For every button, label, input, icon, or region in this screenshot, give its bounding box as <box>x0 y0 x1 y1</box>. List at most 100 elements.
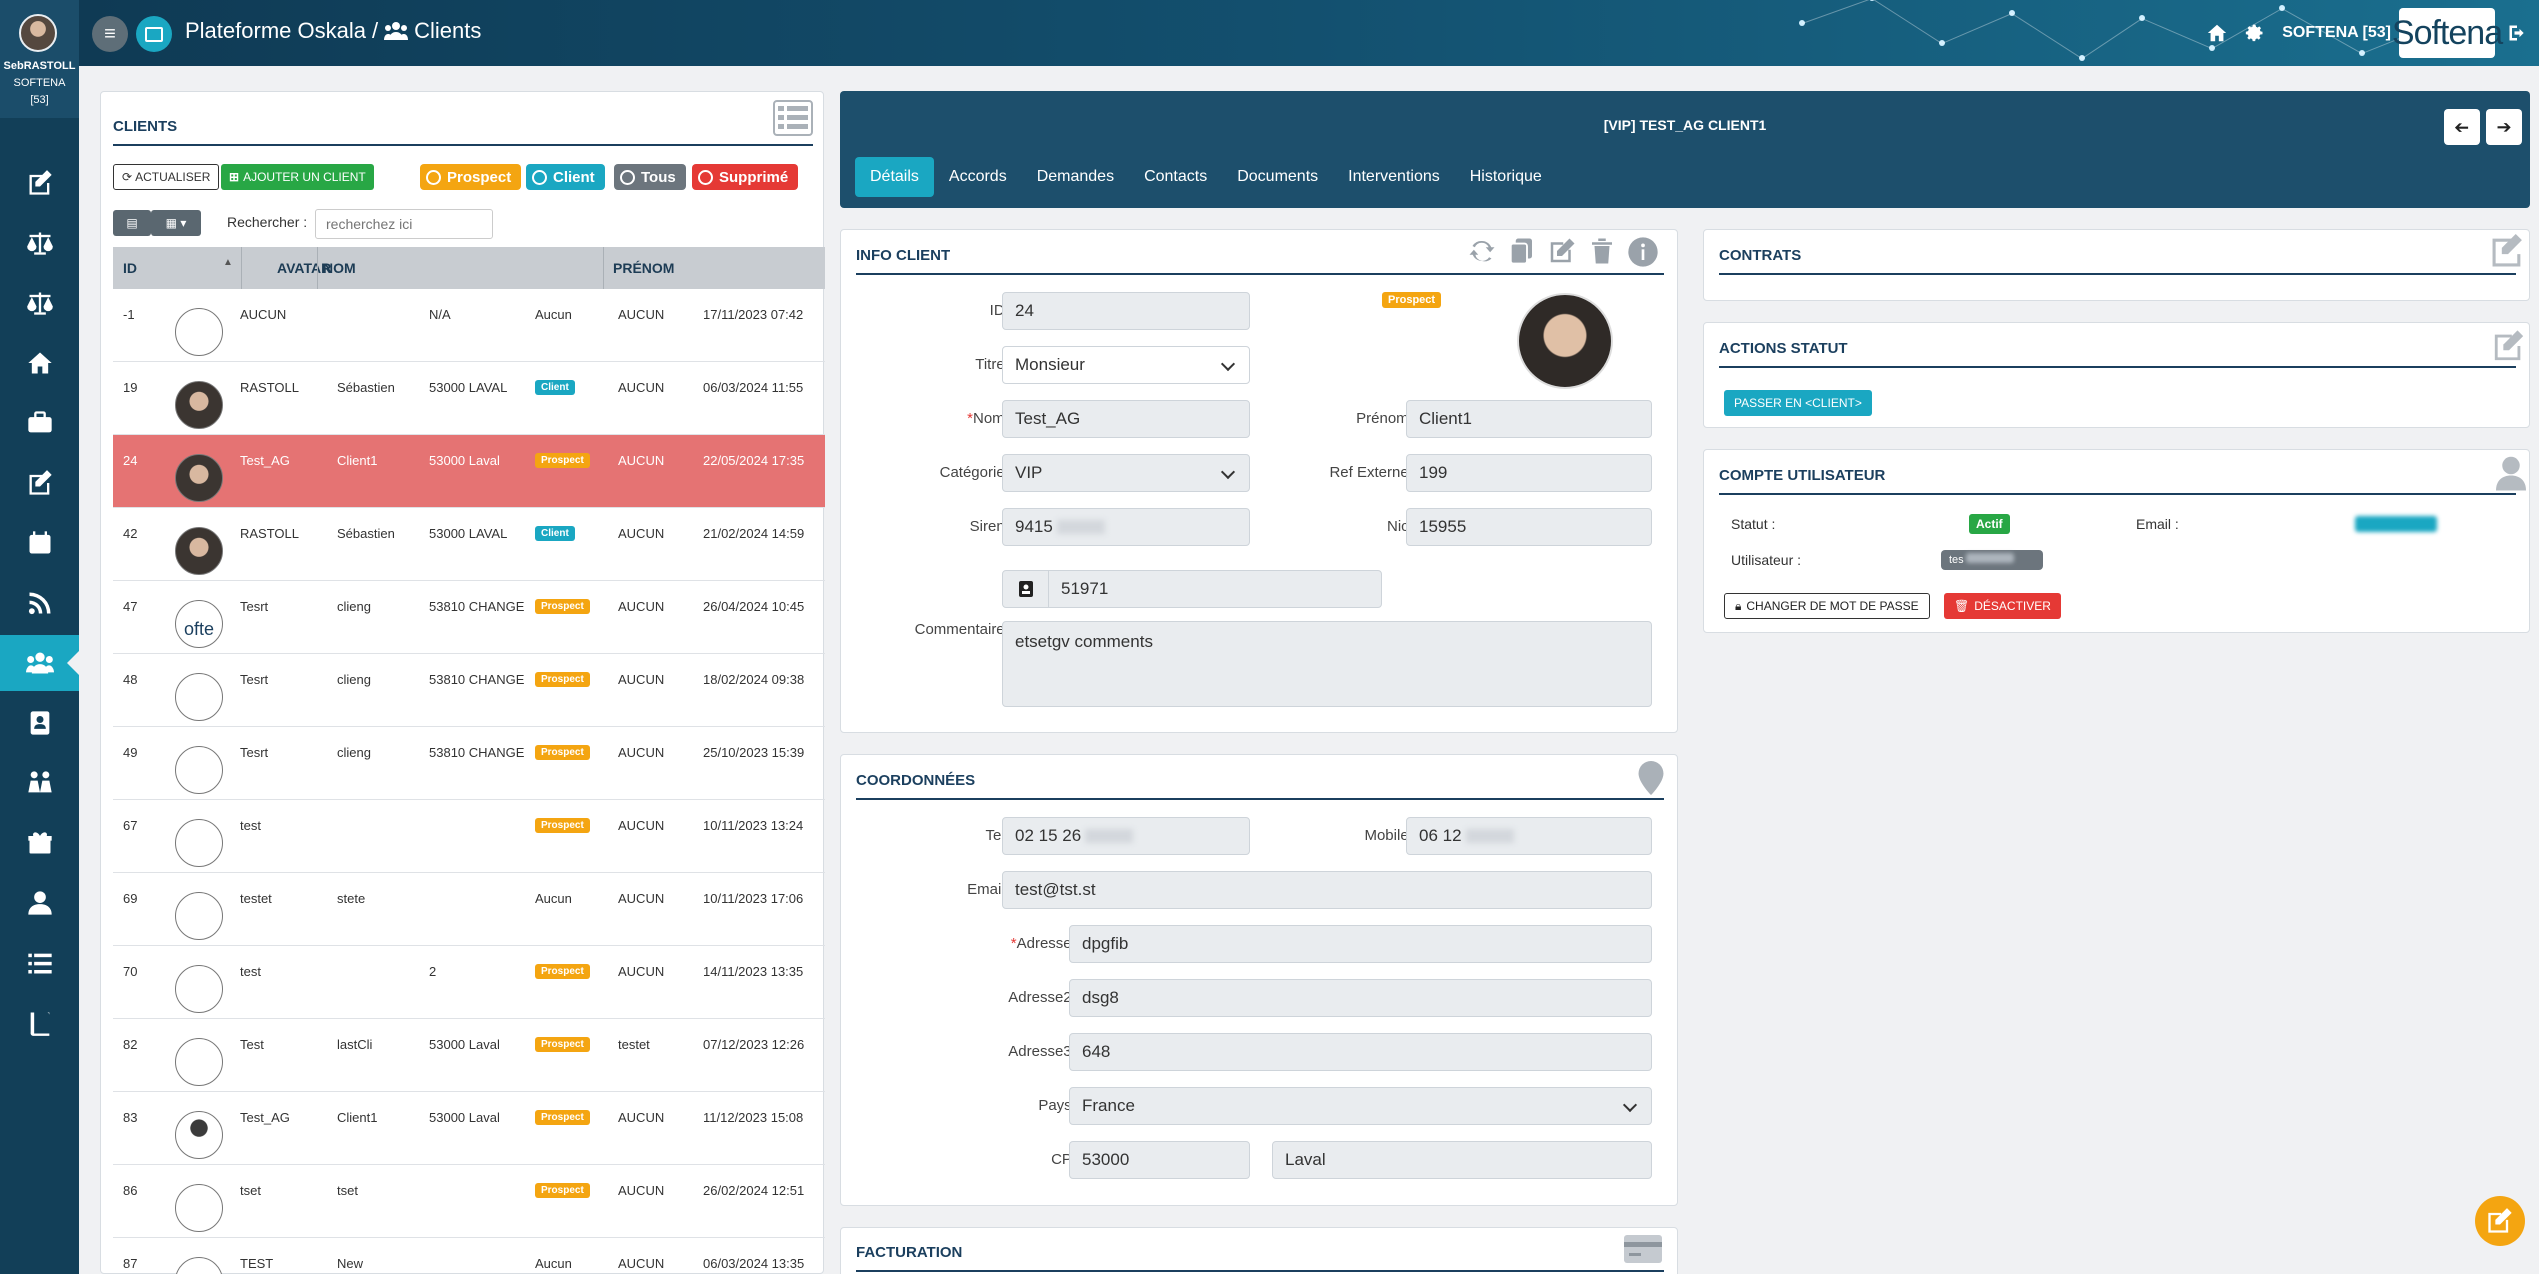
table-row[interactable]: 70 test 2 Prospect AUCUN 14/11/2023 13:35 <box>113 946 825 1019</box>
table-row[interactable]: 19 RASTOLL Sébastien 53000 LAVAL Client AUCUN… <box>113 362 825 435</box>
siren-field[interactable]: 9415 <box>1002 508 1250 546</box>
table-row[interactable]: 42 RASTOLL Sébastien 53000 LAVAL Client AUCUN… <box>113 508 825 581</box>
next-client-button[interactable]: ➔ <box>2486 109 2522 145</box>
search-input[interactable] <box>315 209 493 239</box>
sidebar-item-people[interactable] <box>0 755 79 811</box>
sidebar-item-gift[interactable] <box>0 815 79 871</box>
sidebar-item-user[interactable] <box>0 875 79 931</box>
pays-select[interactable]: France <box>1069 1087 1652 1125</box>
table-row[interactable]: 82 Test lastCli 53000 Laval Prospect testet 07… <box>113 1019 825 1092</box>
code-field[interactable]: 51971 <box>1048 570 1382 608</box>
adresse-field[interactable]: dpgfib <box>1069 925 1652 963</box>
current-user[interactable]: SOFTENA [53] <box>2282 24 2391 42</box>
app-icon[interactable] <box>136 16 172 52</box>
id-field[interactable]: 24 <box>1002 292 1250 330</box>
sort-icon[interactable]: ▲ <box>223 257 233 268</box>
adresse2-field[interactable]: dsg8 <box>1069 979 1652 1017</box>
tab-historique[interactable]: Historique <box>1455 157 1557 197</box>
info-icon[interactable] <box>1627 236 1659 273</box>
tab-interventions[interactable]: Interventions <box>1333 157 1455 197</box>
nom-field[interactable]: Test_AG <box>1002 400 1250 438</box>
filter-tous[interactable]: Tous <box>614 164 686 190</box>
tab-details[interactable]: Détails <box>855 157 934 197</box>
client-avatar[interactable] <box>1517 293 1613 389</box>
sidebar-item-edit[interactable] <box>0 155 79 211</box>
sidebar-item-balance-scale[interactable] <box>0 215 79 271</box>
table-row[interactable]: -1 AUCUN N/A Aucun AUCUN 17/11/2023 07:42 <box>113 289 825 362</box>
table-row[interactable]: 47 ofte Tesrt clieng 53810 CHANGE Prospect AUC… <box>113 581 825 654</box>
row-id: 86 <box>123 1183 138 1198</box>
sidebar-item-home[interactable] <box>0 335 79 391</box>
sidebar-item-edit[interactable] <box>0 455 79 511</box>
table-row[interactable]: 87 TEST New Aucun AUCUN 06/03/2024 13:35 <box>113 1238 825 1274</box>
tab-demandes[interactable]: Demandes <box>1022 157 1129 197</box>
filter-supprim[interactable]: Supprimé <box>692 164 799 190</box>
sidebar-item-rss[interactable] <box>0 575 79 631</box>
network-link <box>1871 0 1942 44</box>
tel-field[interactable]: 02 15 26 <box>1002 817 1250 855</box>
titre-select[interactable]: Monsieur <box>1002 346 1250 384</box>
sidebar-item-briefcase[interactable] <box>0 395 79 451</box>
logout-button[interactable] <box>2495 23 2539 43</box>
categorie-select[interactable]: VIP <box>1002 454 1250 492</box>
adresse3-field[interactable]: 648 <box>1069 1033 1652 1071</box>
avatar[interactable] <box>19 14 57 52</box>
col-id[interactable]: ID <box>123 260 137 276</box>
mobile-field[interactable]: 06 12 <box>1406 817 1652 855</box>
cp-field[interactable]: 53000 <box>1069 1141 1250 1179</box>
change-password-button[interactable]: 🔒︎ CHANGER DE MOT DE PASSE <box>1724 593 1930 619</box>
passer-client-button[interactable]: PASSER EN <CLIENT> <box>1724 390 1872 416</box>
add-client-button[interactable]: ⊞ AJOUTER UN CLIENT <box>221 164 374 190</box>
cp-label: CP : <box>1051 1151 1080 1168</box>
deactivate-button[interactable]: 🗑︎ DÉSACTIVER <box>1944 593 2061 619</box>
settings-button[interactable] <box>2236 23 2274 43</box>
sidebar-item-balance-scale[interactable] <box>0 275 79 331</box>
email-label: Email : <box>2136 516 2179 532</box>
refresh-icon[interactable] <box>1467 236 1497 273</box>
table-row[interactable]: 24 Test_AG Client1 53000 Laval Prospect AUCUN… <box>113 435 825 508</box>
col-prenom[interactable]: PRÉNOM <box>613 260 674 276</box>
col-nom[interactable]: NOM <box>323 260 356 276</box>
previous-client-button[interactable]: ➔ <box>2444 109 2480 145</box>
tab-documents[interactable]: Documents <box>1222 157 1333 197</box>
tel-label: Tel : <box>985 827 1013 844</box>
table-view-icon[interactable] <box>773 100 813 141</box>
titre-label: Titre : <box>975 356 1013 373</box>
filter-client[interactable]: Client <box>526 164 605 190</box>
trash-icon[interactable] <box>1587 236 1617 273</box>
ref-field[interactable]: 199 <box>1406 454 1652 492</box>
sidebar-user[interactable]: SebRASTOLL SOFTENA [53] <box>0 0 79 118</box>
email-field[interactable]: test@tst.st <box>1002 871 1652 909</box>
table-row[interactable]: 48 Tesrt clieng 53810 CHANGE Prospect AUCUN 18… <box>113 654 825 727</box>
sidebar-item-book[interactable] <box>0 995 79 1051</box>
ref-label: Ref Externe : <box>1329 464 1417 481</box>
home-button[interactable] <box>2198 22 2236 44</box>
sidebar-item-address-book[interactable] <box>0 695 79 751</box>
tab-contacts[interactable]: Contacts <box>1129 157 1222 197</box>
row-nom: Test <box>240 1037 264 1052</box>
sidebar-item-list[interactable] <box>0 935 79 991</box>
commentaire-field[interactable]: etsetgv comments <box>1002 621 1652 707</box>
sidebar-item-calendar[interactable] <box>0 515 79 571</box>
prenom-field[interactable]: Client1 <box>1406 400 1652 438</box>
columns-button[interactable]: ▦ ▾ <box>151 210 201 236</box>
edit-icon[interactable] <box>1547 236 1577 273</box>
table-row[interactable]: 67 test Prospect AUCUN 10/11/2023 13:24 <box>113 800 825 873</box>
table-row[interactable]: 83 Test_AG Client1 53000 Laval Prospect AUCUN… <box>113 1092 825 1165</box>
sidebar-item-users[interactable] <box>0 635 79 691</box>
ville-field[interactable]: Laval <box>1272 1141 1652 1179</box>
user-icon <box>2496 455 2526 496</box>
row-avatar <box>175 819 223 867</box>
menu-toggle-button[interactable]: ≡ <box>92 16 128 52</box>
table-row[interactable]: 49 Tesrt clieng 53810 CHANGE Prospect AUCUN 25… <box>113 727 825 800</box>
copy-icon[interactable] <box>1507 236 1537 273</box>
app-name: Plateforme Oskala <box>185 18 366 43</box>
table-row[interactable]: 69 testet stete Aucun AUCUN 10/11/2023 17:06 <box>113 873 825 946</box>
refresh-button[interactable]: ⟳ ACTUALISER <box>113 164 220 190</box>
export-button[interactable]: ▤ <box>113 210 151 236</box>
table-row[interactable]: 86 tset tset Prospect AUCUN 26/02/2024 12:51 <box>113 1165 825 1238</box>
nic-field[interactable]: 15955 <box>1406 508 1652 546</box>
floating-edit-button[interactable] <box>2475 1196 2525 1246</box>
filter-prospect[interactable]: Prospect <box>420 164 522 190</box>
tab-accords[interactable]: Accords <box>934 157 1022 197</box>
